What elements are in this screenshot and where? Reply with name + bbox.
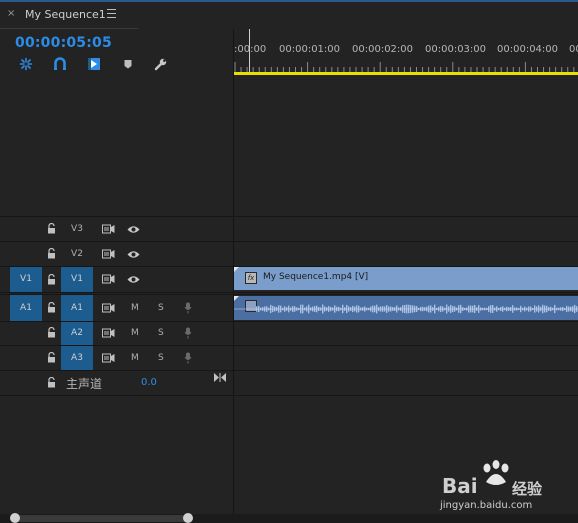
track-header-a1: A1 A1 M S [0,295,233,321]
eye-icon[interactable] [127,275,140,284]
baidu-watermark: Bai 经验 jingyan.baidu.com [440,460,570,520]
microphone-icon[interactable] [184,327,192,339]
track-header-a2: A2 M S [0,322,233,345]
solo-button[interactable]: S [158,303,164,313]
track-header-v2: V2 [0,242,233,266]
sync-lock-icon[interactable] [102,353,115,363]
playhead-timecode[interactable]: 00:00:05:05 [15,35,112,51]
mute-button[interactable]: M [131,328,139,338]
paw-logo-icon [483,460,509,485]
ruler-label: :00:00 [234,44,267,55]
playhead-line[interactable] [249,29,250,73]
panel-menu-icon[interactable] [107,9,116,18]
track-label-v1[interactable]: V1 [61,267,93,292]
ruler-label: 00:00:04:00 [497,44,559,55]
solo-button[interactable]: S [158,328,164,338]
mute-button[interactable]: M [131,353,139,363]
sync-lock-icon[interactable] [102,303,115,313]
master-volume-value[interactable]: 0.0 [141,377,157,388]
add-marker-icon[interactable] [87,57,101,71]
source-patch-v1[interactable]: V1 [10,267,42,292]
go-to-end-icon[interactable] [214,373,226,382]
video-clip[interactable]: fx My Sequence1.mp4 [V] [234,267,578,290]
lock-icon[interactable] [47,326,56,338]
sync-lock-icon[interactable] [102,328,115,338]
track-header-a3: A3 M S [0,346,233,370]
track-label-a1[interactable]: A1 [61,295,93,321]
track-header-v3: V3 [0,217,233,241]
snap-icon[interactable] [19,57,33,71]
ruler-label: 00:00:03:00 [425,44,487,55]
zoom-handle-right[interactable] [183,513,193,523]
track-label-v2[interactable]: V2 [61,242,93,266]
lock-icon[interactable] [47,376,56,388]
track-divider [0,370,578,371]
time-ruler-labels[interactable]: :00:00 00:00:01:00 00:00:02:00 00:00:03:… [234,44,578,60]
time-ruler-ticks[interactable] [234,62,578,72]
linked-selection-icon[interactable] [53,57,67,71]
sync-lock-icon[interactable] [102,249,115,259]
lock-icon[interactable] [47,351,56,363]
solo-button[interactable]: S [158,353,164,363]
video-audio-divider [0,292,578,293]
source-patch-a1[interactable]: A1 [10,295,42,321]
tab-underline [0,28,138,29]
microphone-icon[interactable] [184,302,192,314]
ruler-label: 00:00:02:00 [352,44,414,55]
watermark-brand: Bai [442,474,478,498]
lock-icon[interactable] [47,273,56,285]
track-divider [0,395,578,396]
ruler-label: 00:00:01:00 [279,44,341,55]
lock-icon[interactable] [47,222,56,234]
watermark-brand-cn: 经验 [512,480,543,498]
audio-clip[interactable] [234,296,578,320]
marker-icon[interactable] [123,57,137,71]
track-label-v3[interactable]: V3 [61,217,93,241]
sync-lock-icon[interactable] [102,224,115,234]
microphone-icon[interactable] [184,352,192,364]
master-track-label: 主声道 [66,377,103,391]
lock-icon[interactable] [47,247,56,259]
close-tab-icon[interactable]: × [7,9,17,19]
sync-lock-icon[interactable] [102,274,115,284]
video-clip-name: My Sequence1.mp4 [V] [263,272,369,282]
lock-icon[interactable] [47,301,56,313]
ruler-label: 00:00: [569,44,578,55]
watermark-url: jingyan.baidu.com [440,500,533,511]
audio-waveform [234,304,578,314]
track-label-a2[interactable]: A2 [61,322,93,345]
work-area-bar[interactable] [234,72,578,75]
track-label-a3[interactable]: A3 [61,346,93,370]
eye-icon[interactable] [127,225,140,234]
fx-badge-icon: fx [245,272,257,284]
zoom-handle-left[interactable] [10,513,20,523]
eye-icon[interactable] [127,250,140,259]
track-header-v1: V1 V1 [0,267,233,292]
mute-button[interactable]: M [131,303,139,313]
wrench-icon[interactable] [154,57,168,71]
zoom-scroll-track[interactable] [14,515,188,522]
sequence-tab-title[interactable]: My Sequence1 [25,8,106,22]
